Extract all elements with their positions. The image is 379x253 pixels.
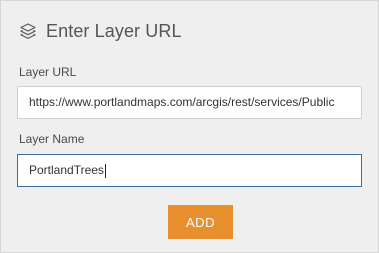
panel-header: Enter Layer URL [19,17,182,45]
add-button[interactable]: ADD [168,205,233,239]
layer-url-input[interactable]: https://www.portlandmaps.com/arcgis/rest… [17,86,362,119]
layer-url-value: https://www.portlandmaps.com/arcgis/rest… [29,95,335,109]
panel-title: Enter Layer URL [46,20,182,41]
layer-name-value: PortlandTrees [29,163,104,177]
text-cursor [104,163,106,178]
layer-name-label: Layer Name [19,132,85,146]
add-layer-panel: Enter Layer URL Layer URL https://www.po… [0,0,379,253]
layer-url-label: Layer URL [19,65,77,79]
layer-name-input[interactable]: PortlandTrees [17,154,362,187]
layers-icon [19,22,37,40]
